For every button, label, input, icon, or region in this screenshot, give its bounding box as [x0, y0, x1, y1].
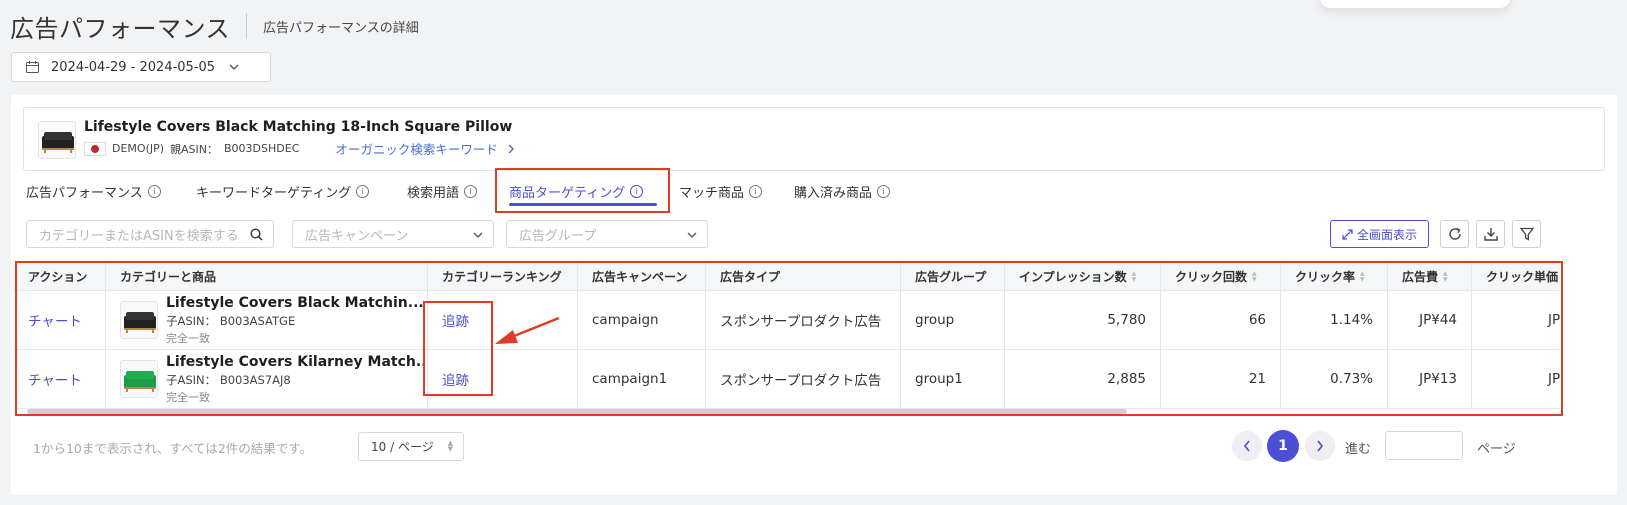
organic-keyword-link-label: オーガニック検索キーワード [335, 142, 498, 157]
product-meta: DEMO(JP) 親ASIN： B003DSHDEC オーガニック検索キーワード [84, 139, 515, 158]
product-thumbnail [38, 121, 76, 159]
parent-asin-value: B003DSHDEC [224, 142, 300, 155]
tab-label: 検索用語 [407, 185, 460, 201]
page-title: 広告パフォーマンス [10, 14, 231, 43]
page-size-select[interactable]: 10 / ページ ▲ ▼ [358, 432, 464, 461]
goto-page-input[interactable] [1385, 431, 1463, 460]
chevron-left-icon [1243, 440, 1250, 452]
tab-matched-products[interactable]: マッチ商品 i [679, 175, 763, 207]
tab-label: 購入済み商品 [794, 185, 873, 201]
annotation-arrow-icon [495, 316, 560, 344]
expand-icon [1342, 228, 1353, 240]
filter-funnel-icon [1519, 227, 1534, 241]
product-summary: Lifestyle Covers Black Matching 18-Inch … [23, 107, 1605, 171]
info-icon: i [147, 184, 161, 198]
page-size-value: 10 / ページ [371, 440, 434, 454]
page-header: 広告パフォーマンス 広告パフォーマンスの詳細 [10, 8, 419, 44]
highlight-box-table [15, 261, 1563, 416]
japan-flag-icon [84, 141, 106, 156]
marketplace-label: DEMO(JP) [112, 142, 165, 155]
campaign-placeholder: 広告キャンペーン [305, 228, 409, 244]
refresh-button[interactable] [1440, 220, 1469, 248]
search-input[interactable]: カテゴリーまたはASINを検索する [26, 220, 274, 248]
filter-button[interactable] [1512, 220, 1541, 248]
organic-keyword-link[interactable]: オーガニック検索キーワード [335, 139, 515, 158]
tab-label: キーワードターゲティング [196, 185, 352, 201]
tab-purchased-products[interactable]: 購入済み商品 i [794, 175, 891, 207]
highlight-box-ranking [423, 301, 493, 396]
fullscreen-label: 全画面表示 [1356, 227, 1417, 242]
chevron-right-icon [1317, 440, 1324, 452]
highlight-box-tab [495, 168, 670, 213]
ad-group-select[interactable]: 広告グループ [506, 220, 708, 248]
tab-label: 広告パフォーマンス [26, 185, 143, 201]
goto-label: 進む [1345, 442, 1372, 457]
info-icon: i [464, 184, 478, 198]
tab-ad-performance[interactable]: 広告パフォーマンス i [26, 175, 161, 207]
download-icon [1483, 228, 1498, 241]
calendar-icon [26, 61, 39, 73]
tab-search-terms[interactable]: 検索用語 i [407, 175, 478, 207]
tab-bar: 広告パフォーマンス i キーワードターゲティング i 検索用語 i 商品ターゲティング… [11, 175, 1617, 211]
content-card: Lifestyle Covers Black Matching 18-Inch … [11, 95, 1617, 495]
info-icon: i [356, 184, 370, 198]
chevron-down-icon [229, 64, 239, 70]
info-icon: i [877, 184, 891, 198]
page-subtitle: 広告パフォーマンスの詳細 [263, 20, 419, 36]
header-divider [246, 13, 248, 39]
product-name: Lifestyle Covers Black Matching 18-Inch … [84, 119, 513, 135]
floating-panel-edge [1320, 0, 1510, 8]
chevron-down-icon [687, 232, 697, 238]
download-button[interactable] [1476, 220, 1505, 248]
date-range-picker[interactable]: 2024-04-29 - 2024-05-05 [11, 52, 271, 82]
tab-keyword-targeting[interactable]: キーワードターゲティング i [196, 175, 370, 207]
tab-label: マッチ商品 [679, 185, 745, 201]
date-range-value: 2024-04-29 - 2024-05-05 [51, 59, 216, 75]
up-down-icon: ▲ ▼ [447, 439, 453, 453]
refresh-icon [1448, 227, 1461, 240]
page-suffix-label: ページ [1477, 442, 1516, 457]
prev-page-button[interactable] [1232, 431, 1262, 461]
chevron-right-icon [508, 144, 514, 154]
ad-group-placeholder: 広告グループ [519, 228, 597, 244]
search-icon [250, 228, 263, 241]
info-icon: i [749, 184, 763, 198]
fullscreen-button[interactable]: 全画面表示 [1330, 220, 1429, 248]
campaign-select[interactable]: 広告キャンペーン [292, 220, 494, 248]
chevron-down-icon [473, 232, 483, 238]
page-1-button[interactable]: 1 [1267, 430, 1299, 462]
search-placeholder: カテゴリーまたはASINを検索する [39, 228, 239, 244]
parent-asin-label: 親ASIN： [170, 142, 219, 156]
next-page-button[interactable] [1305, 431, 1335, 461]
result-summary: 1から10まで表示され、すべては2件の結果です。 [33, 441, 313, 456]
